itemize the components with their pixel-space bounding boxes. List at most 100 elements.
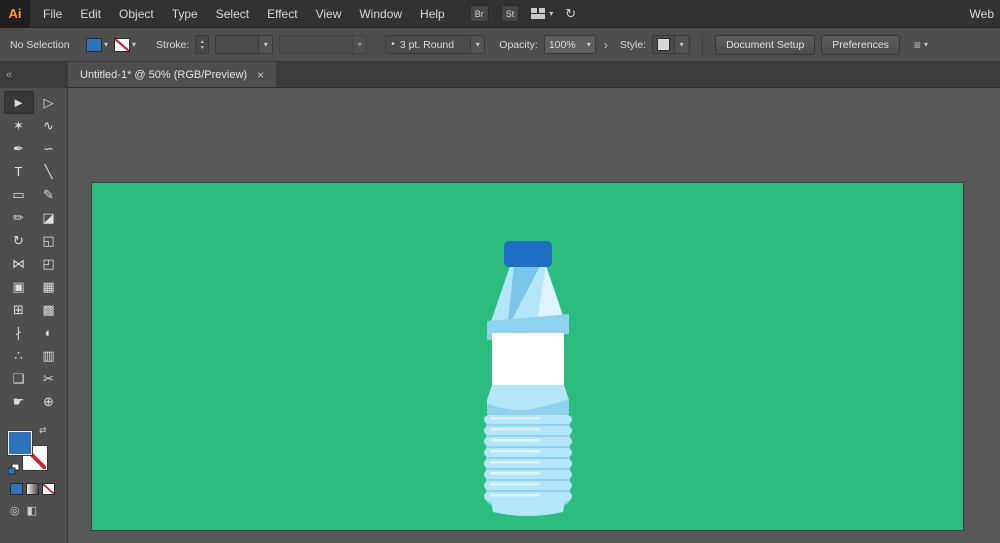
tool-curvature[interactable]: ∽ xyxy=(34,137,64,160)
tool-rectangle[interactable]: ▭ xyxy=(4,183,34,206)
swap-fill-stroke-icon[interactable]: ⇄ xyxy=(39,425,47,436)
workspace-label[interactable]: Web xyxy=(970,7,994,21)
screen-mode-icon[interactable]: ◧ xyxy=(27,504,37,517)
chevron-down-icon[interactable]: ▾ xyxy=(470,36,485,53)
style-label: Style: xyxy=(619,38,647,51)
draw-mode-buttons: ◎ ◧ xyxy=(10,504,67,517)
tools-grid: ► ▷ ✶ ∿ ✒ ∽ T ╲ ▭ ✎ ✏ ◪ ↻ ◱ ⋈ ◰ ▣ ▦ ⊞ ▩ ∤ ◐ ∴ ▥ ❏ ✂ ☛ ⊕ xyxy=(0,88,67,413)
control-bar-divider xyxy=(702,33,704,56)
workspace-switcher[interactable]: ▾ xyxy=(531,8,553,19)
fill-color-control[interactable]: ▾ xyxy=(86,37,108,52)
tool-column-graph[interactable]: ▥ xyxy=(34,344,64,367)
bridge-button[interactable]: Br xyxy=(469,5,489,22)
menu-object[interactable]: Object xyxy=(110,7,163,21)
tool-zoom[interactable]: ⊕ xyxy=(34,390,64,413)
tool-type[interactable]: T xyxy=(4,160,34,183)
opacity-input[interactable]: 100% ▾ xyxy=(543,35,596,54)
draw-normal-icon[interactable]: ◎ xyxy=(10,504,20,517)
menu-file[interactable]: File xyxy=(34,7,71,21)
chevron-down-icon: ▾ xyxy=(549,9,554,18)
tool-blend[interactable]: ◐ xyxy=(34,321,64,344)
chevron-down-icon[interactable]: ▾ xyxy=(352,36,367,53)
fill-stroke-control: ⇄ xyxy=(7,425,56,475)
chevron-down-icon[interactable]: ▾ xyxy=(104,40,108,49)
tool-eraser[interactable]: ◪ xyxy=(34,206,64,229)
align-icon: ≡ xyxy=(913,37,921,52)
style-select[interactable]: ▾ xyxy=(652,35,691,54)
tool-slice[interactable]: ✂ xyxy=(34,367,64,390)
stroke-weight-select[interactable]: ▾ xyxy=(215,35,274,54)
tool-selection[interactable]: ► xyxy=(3,91,34,114)
default-colors-icon[interactable] xyxy=(7,462,20,480)
tool-direct-selection[interactable]: ▷ xyxy=(34,91,64,114)
chevron-down-icon[interactable]: ▾ xyxy=(258,36,273,53)
document-setup-button[interactable]: Document Setup xyxy=(715,34,816,55)
fill-swatch[interactable] xyxy=(86,37,102,52)
tool-paintbrush[interactable]: ✎ xyxy=(34,183,64,206)
tool-rotate[interactable]: ↻ xyxy=(4,229,34,252)
fill-color-swatch[interactable] xyxy=(8,431,32,455)
preferences-button[interactable]: Preferences xyxy=(821,34,900,55)
main-area: « ► ▷ ✶ ∿ ✒ ∽ T ╲ ▭ ✎ ✏ ◪ ↻ ◱ ⋈ ◰ ▣ ▦ ⊞ ▩ ∤ ◐ ∴ ▥ ❏ ✂ ☛ ⊕ ⇄ xyxy=(0,62,1000,543)
tool-shape-builder[interactable]: ▣ xyxy=(4,275,34,298)
tool-line-segment[interactable]: ╲ xyxy=(34,160,64,183)
align-options[interactable]: ≡ ▾ xyxy=(914,38,928,52)
tools-panel: « ► ▷ ✶ ∿ ✒ ∽ T ╲ ▭ ✎ ✏ ◪ ↻ ◱ ⋈ ◰ ▣ ▦ ⊞ ▩ ∤ ◐ ∴ ▥ ❏ ✂ ☛ ⊕ ⇄ xyxy=(0,62,68,543)
brush-definition-value: 3 pt. Round xyxy=(399,38,455,51)
tool-gradient[interactable]: ▩ xyxy=(34,298,64,321)
none-button[interactable] xyxy=(42,483,55,495)
menu-items: File Edit Object Type Select Effect View Window… xyxy=(34,7,454,21)
sync-icon[interactable]: ↻ xyxy=(565,6,576,22)
menu-type[interactable]: Type xyxy=(163,7,207,21)
opacity-label: Opacity: xyxy=(499,38,538,51)
chevron-down-icon[interactable]: ▾ xyxy=(587,40,591,49)
menu-window[interactable]: Window xyxy=(350,7,411,21)
style-swatch xyxy=(657,38,671,51)
document-tab[interactable]: Untitled-1* @ 50% (RGB/Preview) × xyxy=(68,62,277,87)
st-button[interactable]: St xyxy=(500,5,520,22)
tool-perspective-grid[interactable]: ▦ xyxy=(34,275,64,298)
color-button[interactable] xyxy=(10,483,23,495)
tool-mesh[interactable]: ⊞ xyxy=(4,298,34,321)
menu-select[interactable]: Select xyxy=(207,7,258,21)
tool-hand[interactable]: ☛ xyxy=(4,390,34,413)
tool-artboard[interactable]: ❏ xyxy=(4,367,34,390)
stroke-color-control[interactable]: ▾ xyxy=(114,37,136,52)
stroke-label: Stroke: xyxy=(156,38,190,51)
water-bottle-artwork[interactable] xyxy=(480,237,576,521)
tool-free-transform[interactable]: ◰ xyxy=(34,252,64,275)
appbar-icons: Br St ▾ ↻ xyxy=(469,5,576,22)
chevron-down-icon[interactable]: ▾ xyxy=(674,36,689,53)
tab-close-icon[interactable]: × xyxy=(257,68,264,82)
canvas[interactable] xyxy=(68,88,1000,543)
stepper-down-icon[interactable]: ▾ xyxy=(201,45,204,51)
menu-edit[interactable]: Edit xyxy=(71,7,110,21)
tool-eyedropper[interactable]: ∤ xyxy=(4,321,34,344)
document-area: Untitled-1* @ 50% (RGB/Preview) × xyxy=(68,62,1000,543)
stroke-weight-stepper[interactable]: ▴ ▾ xyxy=(195,35,210,54)
tool-pen[interactable]: ✒ xyxy=(4,137,34,160)
tool-magic-wand[interactable]: ✶ xyxy=(4,114,34,137)
brush-definition-select[interactable]: • 3 pt. Round ▾ xyxy=(385,35,486,54)
tool-lasso[interactable]: ∿ xyxy=(34,114,64,137)
stroke-none-swatch[interactable] xyxy=(114,37,131,52)
menu-view[interactable]: View xyxy=(307,7,351,21)
chevron-down-icon[interactable]: ▾ xyxy=(132,40,136,49)
menu-help[interactable]: Help xyxy=(411,7,454,21)
app-logo[interactable]: Ai xyxy=(0,0,30,28)
collapse-panel-icon[interactable]: « xyxy=(0,62,67,88)
workspace-grid-icon xyxy=(531,8,546,19)
menu-effect[interactable]: Effect xyxy=(258,7,306,21)
document-tab-bar: Untitled-1* @ 50% (RGB/Preview) × xyxy=(68,62,1000,88)
tool-pencil[interactable]: ✏ xyxy=(4,206,34,229)
width-profile-select[interactable]: ▾ xyxy=(279,35,368,54)
gradient-button[interactable] xyxy=(26,483,39,495)
tool-scale[interactable]: ◱ xyxy=(34,229,64,252)
document-tab-title: Untitled-1* @ 50% (RGB/Preview) xyxy=(80,68,248,81)
opacity-value: 100% xyxy=(548,38,576,51)
tool-symbol-sprayer[interactable]: ∴ xyxy=(4,344,34,367)
chevron-right-icon[interactable]: › xyxy=(604,38,608,52)
artboard[interactable] xyxy=(92,183,963,530)
illustrator-window: Ai File Edit Object Type Select Effect View Win… xyxy=(0,0,1000,543)
tool-width[interactable]: ⋈ xyxy=(4,252,34,275)
